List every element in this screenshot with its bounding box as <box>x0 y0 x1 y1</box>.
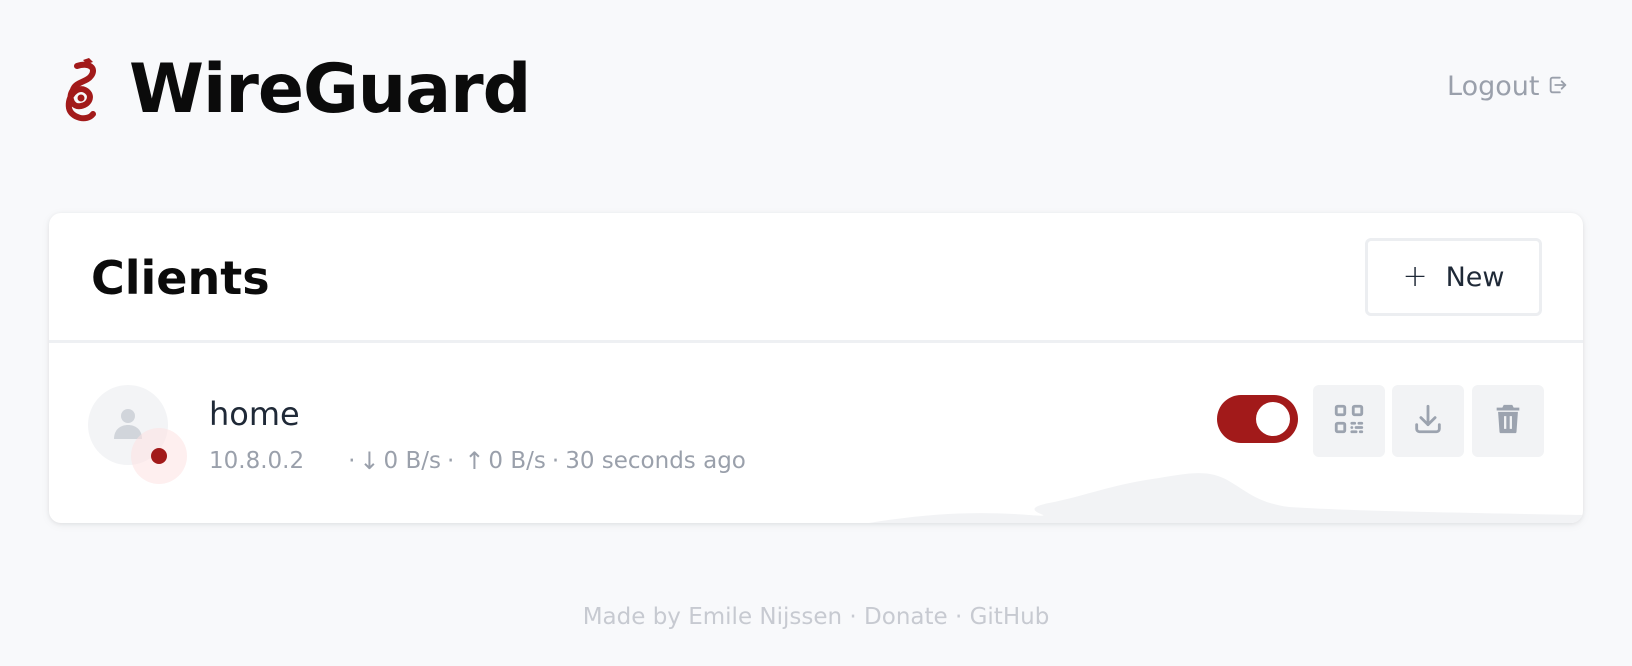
app-title: WireGuard <box>129 50 531 129</box>
logout-button[interactable]: Logout <box>1447 70 1569 103</box>
donate-link[interactable]: Donate <box>864 604 948 630</box>
upload-rate: 0 B/s <box>488 448 546 474</box>
show-qr-button[interactable] <box>1313 385 1385 457</box>
app-header: WireGuard <box>59 50 531 129</box>
plus-icon: + <box>1402 259 1428 294</box>
download-rate: 0 B/s <box>383 448 441 474</box>
meta-separator: · <box>348 448 356 474</box>
client-name[interactable]: home <box>209 395 300 433</box>
delete-client-button[interactable] <box>1472 385 1544 457</box>
meta-separator: · <box>447 448 455 474</box>
github-link[interactable]: GitHub <box>970 604 1050 630</box>
clients-title: Clients <box>91 251 270 305</box>
trash-icon <box>1491 402 1525 440</box>
new-button-label: New <box>1445 261 1505 293</box>
made-by-link[interactable]: Made by Emile Nijssen <box>583 604 842 630</box>
arrow-up-icon: ↑ <box>464 447 485 475</box>
logout-icon <box>1547 70 1569 103</box>
wireguard-dragon-icon <box>59 56 101 124</box>
toggle-knob <box>1256 402 1290 436</box>
meta-separator: · <box>551 448 560 474</box>
new-client-button[interactable]: + New <box>1365 238 1542 316</box>
download-icon <box>1411 402 1445 440</box>
footer-separator: · <box>849 604 857 630</box>
client-row: home 10.8.0.2 · ↓ 0 B/s · ↑ 0 B/s · 30 s… <box>49 343 1583 523</box>
footer-separator: · <box>954 604 963 630</box>
clients-card-header: Clients + New <box>49 213 1583 343</box>
footer: Made by Emile Nijssen · Donate · GitHub <box>0 604 1632 630</box>
qr-code-icon <box>1332 402 1366 440</box>
connection-status-indicator <box>131 428 187 484</box>
logout-label: Logout <box>1447 71 1540 102</box>
client-address: 10.8.0.2 <box>209 448 305 474</box>
clients-card: Clients + New home 10.8.0.2 · ↓ 0 B/s · … <box>49 213 1583 523</box>
download-config-button[interactable] <box>1392 385 1464 457</box>
client-meta: 10.8.0.2 · ↓ 0 B/s · ↑ 0 B/s · 30 second… <box>209 447 746 475</box>
connection-status-dot <box>151 448 167 464</box>
last-handshake: 30 seconds ago <box>565 448 746 474</box>
client-enable-toggle[interactable] <box>1217 395 1298 443</box>
arrow-down-icon: ↓ <box>359 447 380 475</box>
